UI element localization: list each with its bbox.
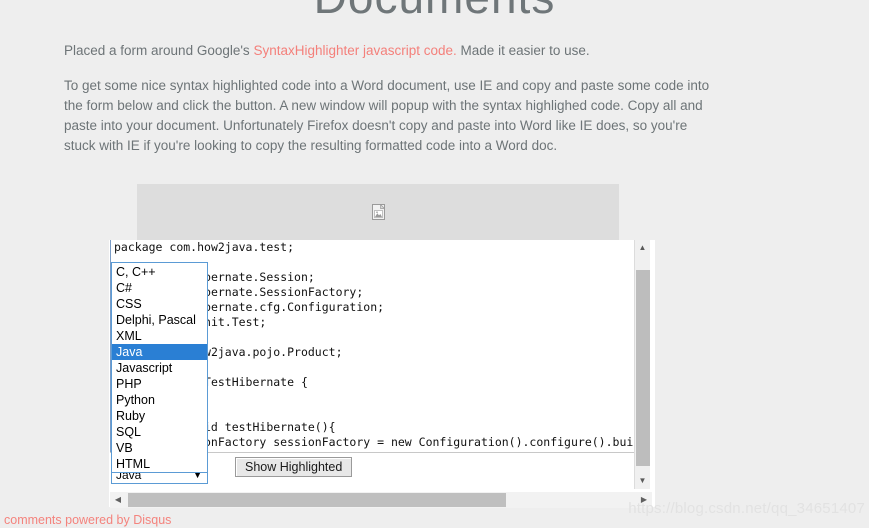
code-line: package com.how2java.test; [114,240,295,254]
horizontal-scrollbar[interactable]: ◀ ▶ [110,492,652,508]
page-root: Documents Placed a form around Google's … [0,0,869,528]
intro-paragraph-1: Placed a form around Google's SyntaxHigh… [64,41,710,61]
language-dropdown-list[interactable]: C, C++ C# CSS Delphi, Pascal XML Java Javascri… [111,262,208,473]
disqus-footer-label[interactable]: comments powered by Disqus [4,513,171,527]
language-option-ruby[interactable]: Ruby [112,408,207,424]
language-option-css[interactable]: CSS [112,296,207,312]
language-option-delphi-pascal[interactable]: Delphi, Pascal [112,312,207,328]
language-option-java[interactable]: Java [112,344,207,360]
language-option-python[interactable]: Python [112,392,207,408]
language-option-php[interactable]: PHP [112,376,207,392]
scroll-up-arrow-icon[interactable]: ▲ [635,240,650,256]
language-option-vb[interactable]: VB [112,440,207,456]
language-option-c[interactable]: C# [112,280,207,296]
intro-paragraph-2: To get some nice syntax highlighted code… [64,78,710,153]
image-placeholder-block [137,184,619,240]
watermark-text: https://blog.csdn.net/qq_34651407 [628,500,865,517]
code-vertical-scrollbar[interactable]: ▲ ▼ [634,240,650,489]
vertical-scrollbar-thumb[interactable] [636,270,650,466]
page-title: Documents [0,0,869,24]
horizontal-scrollbar-thumb[interactable] [128,493,506,507]
intro-text-after-link: Made it easier to use. [456,43,590,58]
broken-image-icon [371,204,385,220]
language-option-sql[interactable]: SQL [112,424,207,440]
scroll-left-arrow-icon[interactable]: ◀ [110,492,126,508]
syntaxhighlighter-link[interactable]: SyntaxHighlighter javascript code. [253,43,456,58]
language-option-xml[interactable]: XML [112,328,207,344]
intro-text-before-link: Placed a form around Google's [64,43,254,58]
language-option-c-c[interactable]: C, C++ [112,264,207,280]
scroll-down-arrow-icon[interactable]: ▼ [635,473,650,489]
show-highlighted-button[interactable]: Show Highlighted [235,457,353,477]
language-option-javascript[interactable]: Javascript [112,360,207,376]
language-option-html[interactable]: HTML [112,456,207,472]
